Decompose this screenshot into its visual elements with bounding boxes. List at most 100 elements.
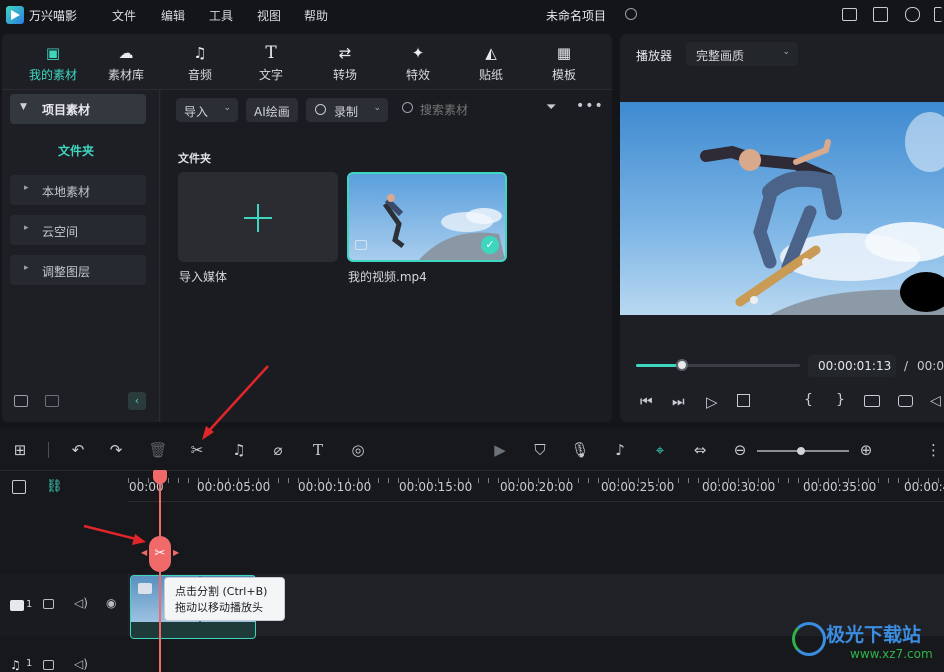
playback-progress-bar[interactable] [636, 359, 800, 371]
video-type-icon [355, 240, 367, 250]
zoom-slider[interactable] [757, 447, 849, 455]
menu-tools[interactable]: 工具 [209, 7, 233, 24]
add-track-icon[interactable] [12, 480, 26, 494]
redo-icon[interactable]: ↷ [106, 440, 126, 460]
lock-icon[interactable] [43, 599, 54, 609]
undo-icon[interactable]: ↶ [68, 440, 88, 460]
tab-label: 文字 [258, 68, 283, 82]
playhead[interactable] [159, 472, 161, 672]
layout-icon[interactable] [842, 8, 857, 21]
folder-item[interactable]: 文件夹 [58, 142, 94, 159]
marker-icon[interactable]: ⛉ [530, 440, 550, 460]
sidebar-item-local-media[interactable]: 本地素材 [10, 175, 146, 205]
app-name: 万兴喵影 [29, 9, 78, 23]
player-tab[interactable]: 播放器 [636, 47, 672, 64]
tab-stock-media[interactable]: ☁ 素材库 [91, 44, 161, 83]
sidebar-item-cloud-space[interactable]: 云空间 [10, 215, 146, 245]
stop-icon[interactable] [737, 394, 750, 407]
menu-view[interactable]: 视图 [257, 7, 281, 24]
snap-icon[interactable]: ⌖ [650, 440, 670, 460]
time-separator: / [904, 359, 909, 373]
tab-templates[interactable]: ▦ 模板 [529, 44, 599, 83]
project-media-item[interactable]: ▼ 项目素材 [10, 94, 146, 124]
plus-icon-vertical [257, 204, 259, 232]
time-ruler[interactable]: 00:00 00:00:05:00 00:00:10:00 00:00:15:0… [128, 472, 944, 502]
import-media-card[interactable] [178, 172, 338, 262]
zoom-in-icon[interactable]: ⊕ [856, 440, 876, 460]
render-preview-icon[interactable]: ▶ [490, 440, 510, 460]
display-icon[interactable] [864, 395, 880, 407]
previous-frame-icon[interactable]: ⏮ [640, 394, 653, 410]
collapse-sidebar-button[interactable]: ‹ [128, 392, 146, 410]
tab-text[interactable]: T 文字 [236, 44, 306, 83]
sidebar-item-adjustment-layer[interactable]: 调整图层 [10, 255, 146, 285]
tab-effects[interactable]: ✦ 特效 [383, 44, 453, 83]
current-time[interactable]: 00:00:01:13 [808, 355, 896, 377]
eye-icon[interactable]: ◉ [106, 596, 116, 610]
more-options-icon[interactable]: ••• [576, 98, 604, 114]
tag-icon[interactable]: ⌀ [268, 440, 288, 460]
menu-edit[interactable]: 编辑 [161, 7, 185, 24]
tab-stickers[interactable]: ◭ 贴纸 [456, 44, 526, 83]
import-dropdown[interactable]: 导入 ⌄ [176, 98, 238, 122]
microphone-icon[interactable]: 🎙 [570, 440, 590, 460]
ai-paint-button[interactable]: AI绘画 [246, 98, 298, 122]
audio-volume-icon[interactable]: ◁) [74, 657, 88, 671]
title-bar: 万兴喵影 文件 编辑 工具 视图 帮助 未命名项目 [0, 0, 944, 30]
progress-handle[interactable] [675, 359, 688, 371]
ruler-label: 00:00:05:00 [197, 480, 271, 494]
text-title-icon[interactable]: T [308, 440, 328, 460]
sparkle-icon: ✦ [411, 44, 425, 62]
mark-in-icon[interactable]: { [804, 392, 813, 408]
clip-audio-waveform [131, 622, 255, 638]
delete-icon[interactable]: 🗑 [148, 440, 168, 460]
camera-icon[interactable] [898, 395, 913, 407]
play-icon[interactable]: ▷ [706, 393, 718, 411]
filter-icon[interactable]: ⏷ [546, 100, 562, 116]
audio-split-icon[interactable]: ♫ [226, 440, 252, 460]
tab-label: 转场 [332, 68, 357, 82]
import-label: 导入 [184, 105, 209, 119]
save-icon[interactable] [873, 7, 888, 22]
menu-help[interactable]: 帮助 [304, 7, 328, 24]
video-thumbnail-card[interactable]: ✓ [347, 172, 507, 262]
mark-out-icon[interactable]: } [836, 392, 845, 408]
link-icon[interactable]: ⛓ [46, 479, 63, 494]
search-input[interactable] [420, 98, 530, 122]
audio-track-header: ♫ 1 ◁) [0, 650, 128, 672]
more-icon[interactable]: ⋮⋮ [926, 440, 944, 460]
video-preview [620, 102, 944, 315]
quality-dropdown[interactable]: 完整画质 ⌄ [686, 42, 798, 66]
total-time: 00:0 [917, 359, 944, 373]
audio-volume-icon[interactable]: ◁) [74, 596, 88, 610]
chevron-down-icon: ⌄ [223, 103, 231, 113]
playhead-handle[interactable] [153, 470, 167, 484]
zoom-slider-handle[interactable] [797, 447, 805, 455]
grid-icon[interactable] [934, 7, 942, 22]
next-frame-icon[interactable]: ⏭ [672, 394, 685, 410]
tab-my-media[interactable]: ▣ 我的素材 [18, 44, 88, 83]
lock-icon[interactable] [43, 660, 54, 670]
audio-wave-icon[interactable]: ◎ [348, 440, 368, 460]
chevron-down-icon: ⌄ [782, 47, 790, 57]
record-dropdown[interactable]: 录制 ⌄ [306, 98, 388, 122]
new-folder-icon[interactable] [14, 395, 28, 407]
split-playhead-button[interactable]: ✂ [149, 536, 171, 572]
selected-check-icon: ✓ [481, 236, 499, 254]
cloud-upload-icon[interactable] [905, 7, 920, 22]
menu-file[interactable]: 文件 [112, 7, 136, 24]
music-list-icon[interactable]: ♪ [610, 440, 630, 460]
folder-icon[interactable] [45, 395, 59, 407]
tab-audio[interactable]: ♫ 音频 [165, 44, 235, 83]
fit-timeline-icon[interactable]: ⇔ [690, 440, 710, 460]
split-scissors-icon[interactable]: ✂ [187, 440, 207, 460]
ruler-label: 00:00:35:00 [803, 480, 877, 494]
media-tabs: ▣ 我的素材 ☁ 素材库 ♫ 音频 T 文字 ⇄ 转场 ✦ 特效 ◭ 贴纸 ▦ [2, 34, 612, 90]
volume-icon[interactable]: ◁ [930, 393, 941, 409]
tab-label: 我的素材 [28, 68, 77, 82]
layout-grid-icon[interactable]: ⊞ [10, 440, 30, 460]
tab-transitions[interactable]: ⇄ 转场 [310, 44, 380, 83]
zoom-out-icon[interactable]: ⊖ [730, 440, 750, 460]
ruler-label: 00:00:25:00 [601, 480, 675, 494]
split-tooltip: 点击分割 (Ctrl+B) 拖动以移动播放头 [164, 577, 285, 621]
